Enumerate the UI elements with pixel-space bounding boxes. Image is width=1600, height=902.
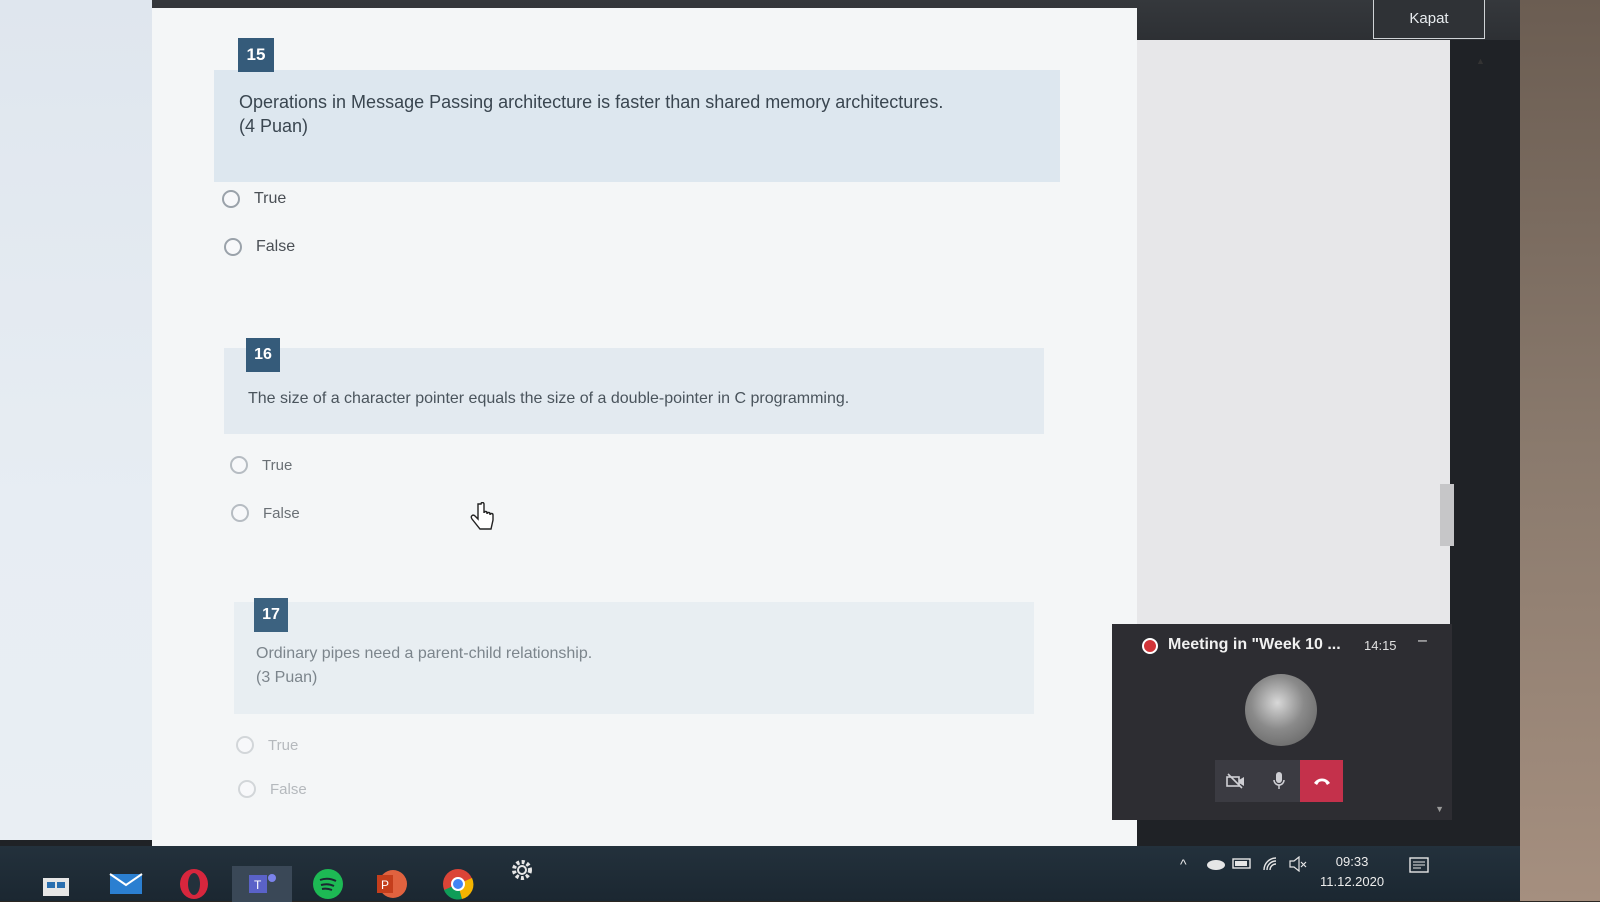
quiz-form: 15 Operations in Message Passing archite… xyxy=(152,8,1137,846)
show-hidden-icons-icon[interactable]: ^ xyxy=(1180,856,1187,872)
powerpoint-icon[interactable]: P xyxy=(374,866,410,902)
mail-icon[interactable] xyxy=(108,866,144,902)
question-number: 16 xyxy=(246,338,280,372)
meeting-mini-window[interactable]: Meeting in "Week 10 ... 14:15 – ▼ xyxy=(1112,624,1452,820)
scroll-down-arrow-icon[interactable]: ▼ xyxy=(1435,804,1444,814)
battery-icon[interactable] xyxy=(1232,856,1254,870)
side-panel xyxy=(1137,40,1450,625)
microphone-button[interactable] xyxy=(1257,760,1301,802)
clock-time: 09:33 xyxy=(1335,854,1369,869)
clock-date: 11.12.2020 xyxy=(1320,874,1385,889)
radio-button[interactable] xyxy=(230,456,248,474)
option-label: False xyxy=(263,504,300,522)
close-button[interactable]: Kapat xyxy=(1373,0,1485,39)
option-true[interactable]: True xyxy=(236,736,298,754)
option-label: True xyxy=(262,456,293,474)
settings-icon[interactable] xyxy=(504,852,540,888)
camera-off-button[interactable] xyxy=(1215,760,1258,802)
call-controls xyxy=(1215,760,1344,802)
option-false[interactable]: False xyxy=(224,238,295,256)
wifi-icon[interactable] xyxy=(1262,856,1280,872)
radio-button[interactable] xyxy=(222,190,240,208)
svg-text:P: P xyxy=(381,878,389,892)
meeting-timer: 14:15 xyxy=(1364,638,1397,653)
question-prompt: Ordinary pipes need a parent-child relat… xyxy=(256,645,593,662)
option-label: True xyxy=(254,190,287,207)
radio-button[interactable] xyxy=(224,238,242,256)
page-left-margin xyxy=(0,0,152,840)
question-points: (3 Puan) xyxy=(256,669,318,686)
option-label: False xyxy=(270,780,307,798)
spotify-icon[interactable] xyxy=(310,866,346,902)
hang-up-icon xyxy=(1313,778,1330,785)
option-true[interactable]: True xyxy=(222,190,286,208)
option-false[interactable]: False xyxy=(238,780,307,798)
question-number: 17 xyxy=(254,598,288,632)
question-text: The size of a character pointer equals t… xyxy=(248,388,1028,410)
question-prompt: Operations in Message Passing architectu… xyxy=(239,92,944,112)
question-number: 15 xyxy=(238,38,274,72)
avatar xyxy=(1245,674,1317,746)
chrome-icon[interactable] xyxy=(440,866,476,902)
option-true[interactable]: True xyxy=(230,456,292,474)
screen: Kapat 15 Operations in Message Passing a… xyxy=(0,0,1520,902)
radio-button[interactable] xyxy=(236,736,254,754)
volume-muted-icon[interactable] xyxy=(1288,856,1308,872)
option-label: True xyxy=(268,736,299,754)
radio-button[interactable] xyxy=(238,780,256,798)
scrollbar-thumb[interactable] xyxy=(1440,484,1454,546)
teams-icon[interactable]: T xyxy=(232,866,292,902)
microphone-icon xyxy=(1273,772,1285,789)
hand-cursor-icon xyxy=(470,502,494,530)
option-label: False xyxy=(256,238,296,255)
meeting-title: Meeting in "Week 10 ... xyxy=(1168,636,1341,653)
minimize-icon[interactable]: – xyxy=(1418,632,1427,650)
question-points: (4 Puan) xyxy=(239,116,309,136)
scroll-up-arrow-icon[interactable]: ▲ xyxy=(1476,56,1485,66)
recording-icon xyxy=(1142,638,1158,654)
option-false[interactable]: False xyxy=(231,504,300,522)
opera-icon[interactable] xyxy=(176,866,212,902)
camera-off-icon xyxy=(1226,773,1245,789)
taskbar: T P ^ 09:33 11.12.2020 xyxy=(0,846,1520,902)
question-text: Ordinary pipes need a parent-child relat… xyxy=(256,642,956,690)
question-prompt: The size of a character pointer equals t… xyxy=(248,390,850,407)
hang-up-button[interactable] xyxy=(1300,760,1344,802)
question-text: Operations in Message Passing architectu… xyxy=(239,90,1039,138)
system-clock[interactable]: 09:33 11.12.2020 xyxy=(1320,852,1384,892)
notifications-icon[interactable] xyxy=(1408,856,1432,878)
svg-text:T: T xyxy=(254,878,262,892)
radio-button[interactable] xyxy=(231,504,249,522)
store-icon[interactable] xyxy=(38,866,74,902)
onedrive-icon[interactable] xyxy=(1204,856,1226,870)
